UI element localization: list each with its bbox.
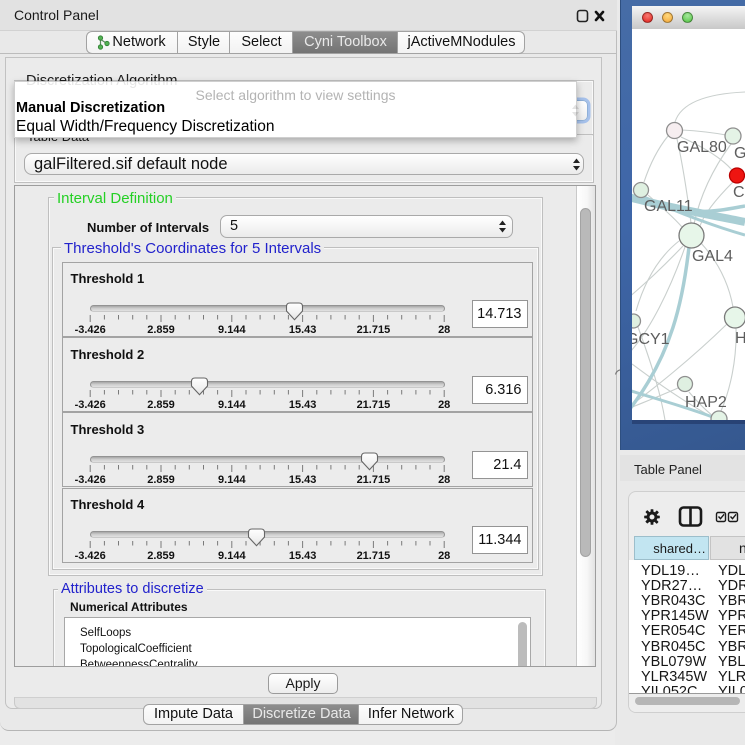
- svg-text:GAL80: GAL80: [677, 139, 727, 156]
- svg-text:GA: GA: [734, 145, 745, 162]
- svg-text:H: H: [735, 330, 745, 347]
- svg-text:GAL11: GAL11: [644, 198, 693, 215]
- svg-text:HAP2: HAP2: [685, 394, 727, 411]
- svg-text:GCY1: GCY1: [632, 331, 670, 348]
- svg-text:C: C: [733, 184, 745, 201]
- svg-text:GAL4: GAL4: [692, 248, 733, 265]
